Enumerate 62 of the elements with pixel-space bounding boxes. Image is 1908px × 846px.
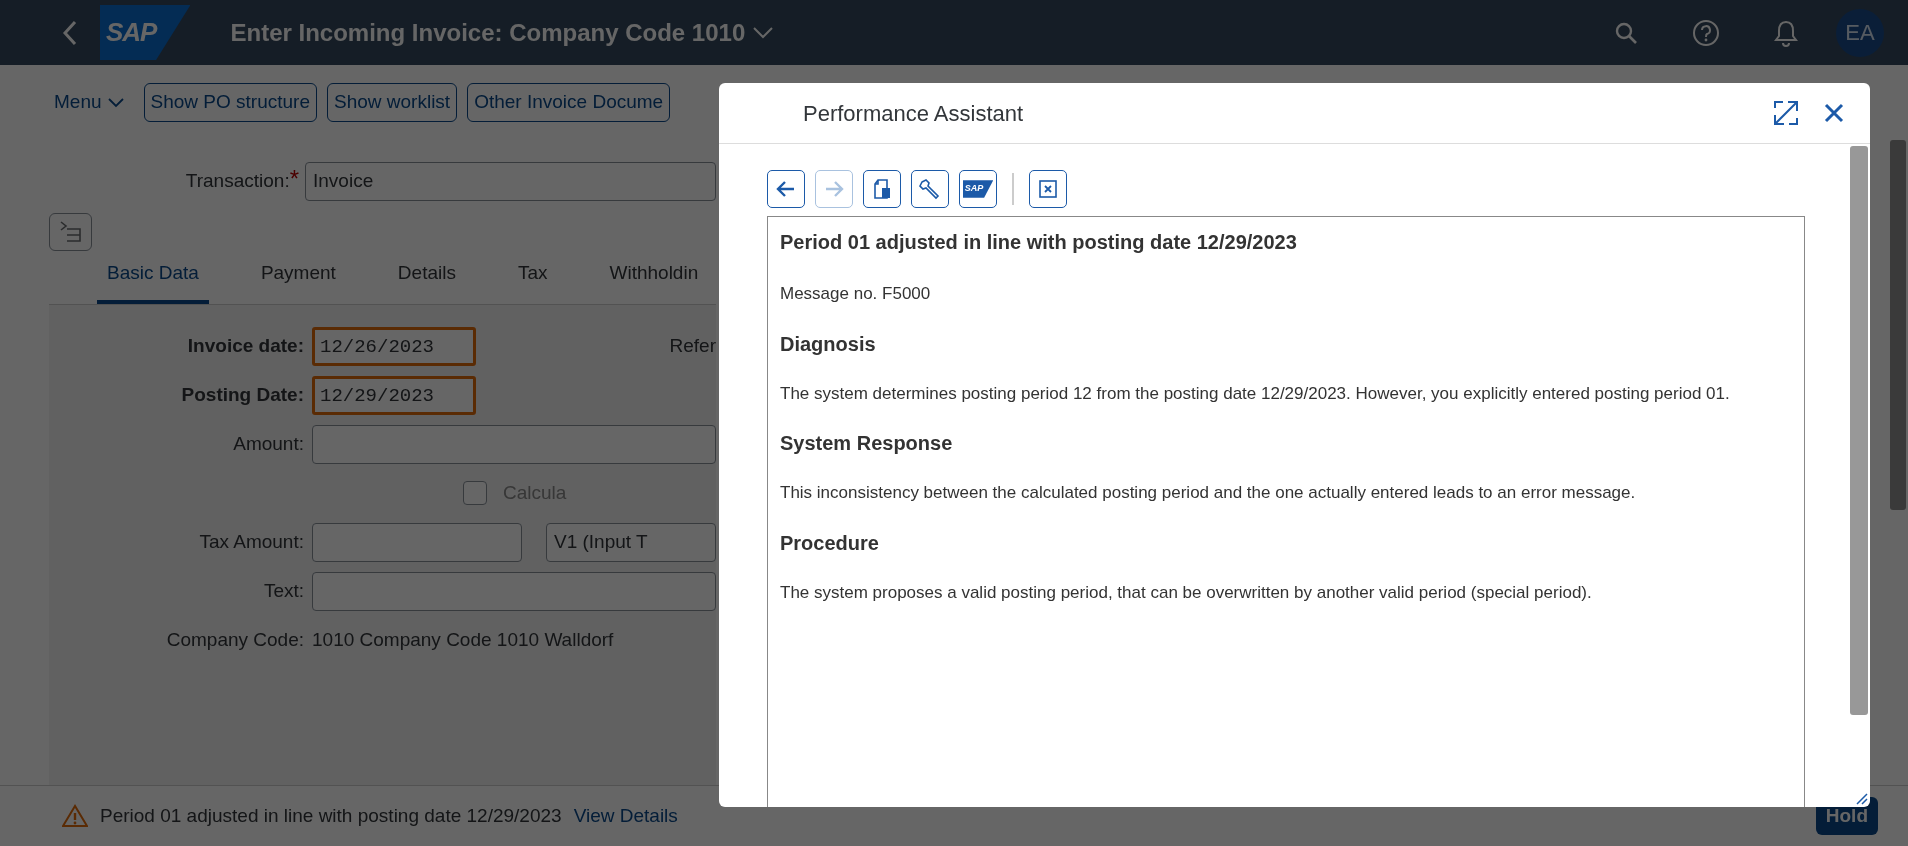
toolbar-button[interactable]: Show PO structure bbox=[143, 83, 317, 122]
chevron-down-icon[interactable] bbox=[753, 26, 774, 39]
message-number: Message no. F5000 bbox=[780, 283, 932, 305]
close-icon bbox=[1036, 177, 1060, 201]
tax-amount-field[interactable] bbox=[312, 522, 522, 562]
amount-field[interactable] bbox=[312, 424, 716, 464]
section-heading: System Response bbox=[780, 431, 954, 456]
toolbar-button[interactable] bbox=[767, 170, 805, 208]
checkbox[interactable] bbox=[463, 481, 487, 505]
warning-icon bbox=[62, 804, 88, 828]
help-icon[interactable] bbox=[1692, 18, 1720, 47]
toolbar-button[interactable]: Other Invoice Docume bbox=[467, 83, 671, 122]
collapse-button[interactable] bbox=[49, 213, 92, 251]
sap-logo: SAP bbox=[962, 180, 994, 198]
document-heading: Period 01 adjusted in line with posting date 12/29/2023 bbox=[780, 230, 1298, 255]
tax-code-field[interactable]: V1 (Input T bbox=[546, 522, 716, 562]
section-text: This inconsistency between the calculated posting period and the one actually entered leads to an error message. bbox=[780, 482, 1637, 504]
section-heading: Diagnosis bbox=[780, 331, 877, 357]
date-field[interactable]: 12/29/2023 bbox=[312, 375, 476, 415]
back-icon[interactable] bbox=[62, 19, 78, 46]
transaction-field[interactable]: Invoice bbox=[305, 162, 716, 201]
dialog-title: Performance Assistant bbox=[803, 99, 1025, 128]
required-mark: * bbox=[289, 165, 299, 193]
resize-grip-icon[interactable] bbox=[1854, 791, 1868, 805]
section-text: The system determines posting period 12 from the posting date 12/29/2023. However, you explicitly entered posting period 01. bbox=[780, 382, 1731, 405]
app-title: Enter Incoming Invoice: Company Code 1010 bbox=[230, 17, 746, 48]
section-heading: Procedure bbox=[780, 530, 880, 556]
date-field[interactable]: 12/26/2023 bbox=[312, 326, 476, 366]
toolbar-button[interactable] bbox=[911, 170, 949, 208]
tab[interactable]: Tax bbox=[507, 259, 558, 304]
tab[interactable]: Withholdin bbox=[599, 259, 709, 304]
collapse-icon bbox=[58, 221, 83, 243]
field-value: 1010 Company Code 1010 Walldorf bbox=[312, 627, 614, 652]
scrollbar[interactable] bbox=[1890, 140, 1906, 510]
text-field[interactable] bbox=[312, 571, 716, 611]
bell-icon[interactable] bbox=[1774, 18, 1798, 47]
status-message: Period 01 adjusted in line with posting date 12/29/2023 bbox=[100, 803, 562, 828]
field-label: Tax Amount: bbox=[198, 529, 305, 554]
toolbar-button[interactable] bbox=[1029, 170, 1067, 208]
field-label: Refer bbox=[669, 333, 716, 358]
field-label: Amount: bbox=[232, 431, 305, 456]
field-label: Invoice date: bbox=[186, 333, 305, 358]
tab[interactable]: Payment bbox=[250, 259, 346, 304]
close-icon[interactable] bbox=[1824, 103, 1844, 123]
scrollbar[interactable] bbox=[1850, 146, 1868, 715]
toolbar-button[interactable] bbox=[863, 170, 901, 208]
section-text: The system proposes a valid posting period, that can be overwritten by another valid period (special period). bbox=[780, 581, 1593, 604]
search-icon[interactable] bbox=[1614, 20, 1638, 45]
user-avatar[interactable]: EA bbox=[1836, 8, 1884, 57]
logo: SAP bbox=[100, 5, 191, 60]
chevron-down-icon bbox=[107, 97, 124, 108]
wrench-icon bbox=[918, 177, 942, 201]
menu-button[interactable]: Menu bbox=[54, 88, 134, 117]
expand-icon[interactable] bbox=[1774, 101, 1798, 125]
field-label: Company Code: bbox=[165, 627, 305, 652]
field-label: Text: bbox=[262, 578, 305, 603]
tab[interactable]: Details bbox=[387, 259, 466, 304]
field-label: Posting Date: bbox=[180, 382, 305, 407]
view-details-link[interactable]: View Details bbox=[573, 801, 678, 831]
toolbar-button[interactable]: Show worklist bbox=[327, 83, 458, 122]
transaction-label: Transaction:* bbox=[184, 167, 300, 195]
toolbar-button[interactable]: SAP bbox=[959, 170, 997, 208]
